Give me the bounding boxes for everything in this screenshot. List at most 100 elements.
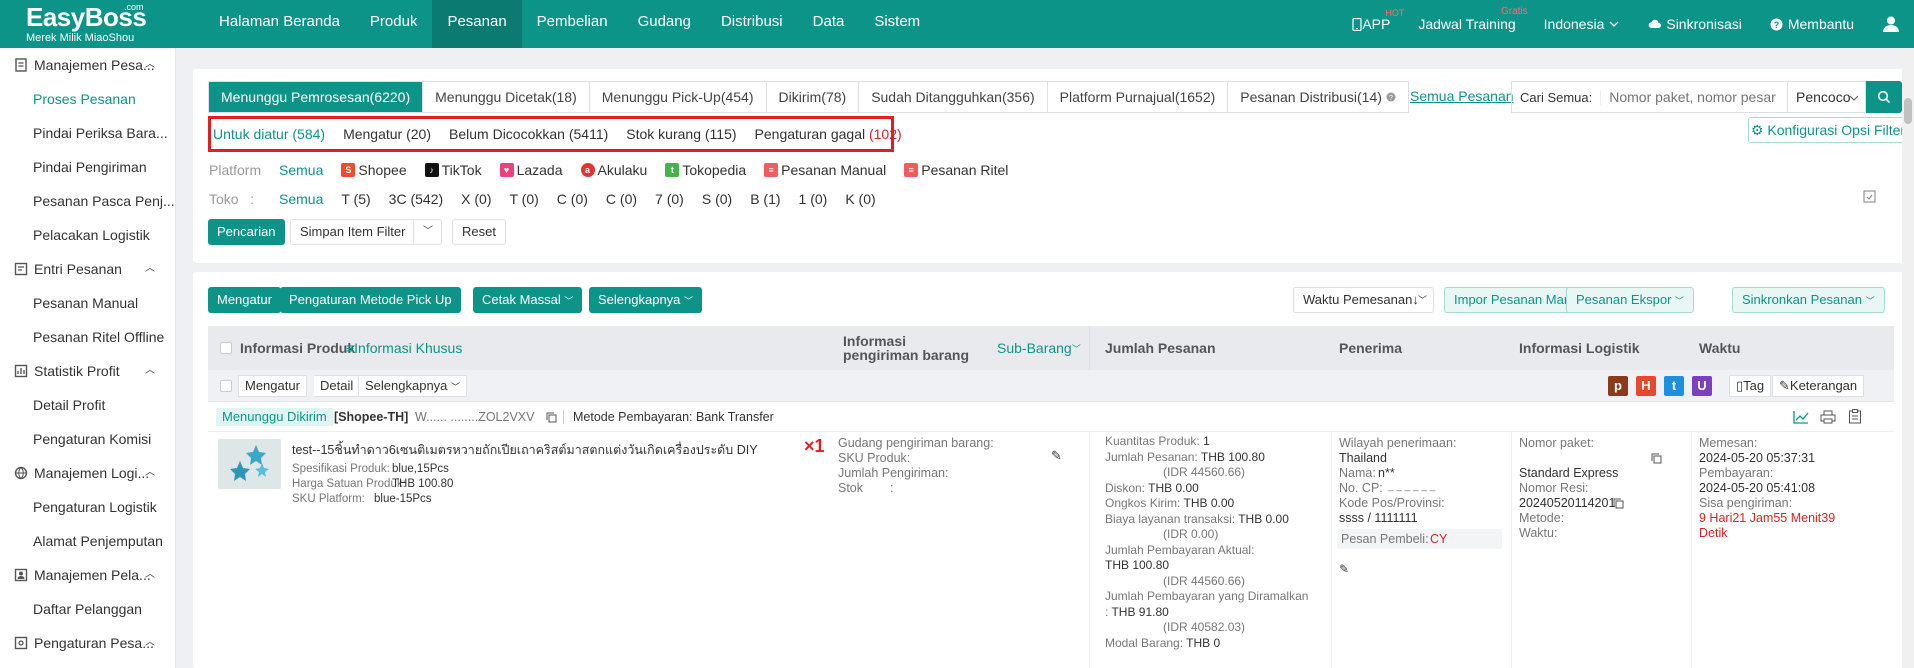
header-special-info[interactable]: ≡ Informasi Khusus [346,326,462,370]
store-all[interactable]: Semua [279,191,323,207]
store-option[interactable]: 7 (0) [655,191,684,207]
subtab-low-stock[interactable]: Stok kurang (115) [626,126,736,142]
sidebar-group-profit-stats[interactable]: Statistik Profit ︿ [0,354,175,388]
nav-products[interactable]: Produk [355,0,433,48]
tab-shipped[interactable]: Dikirim(78) [767,82,860,112]
note-button[interactable]: ✎Keterangan [1772,375,1865,397]
language-selector[interactable]: Indonesia [1544,16,1621,32]
tag-color-t[interactable]: t [1664,376,1684,396]
tab-suspended[interactable]: Sudah Ditangguhkan(356) [859,82,1048,112]
subtab-arranging[interactable]: Mengatur (20) [343,126,431,142]
nav-warehouse[interactable]: Gudang [623,0,706,48]
sidebar-item-commission[interactable]: Pengaturan Komisi [0,422,175,456]
platform-akulaku[interactable]: a Akulaku [580,162,647,178]
nav-purchase[interactable]: Pembelian [522,0,623,48]
trend-chart-icon[interactable] [1793,410,1809,424]
sidebar-group-order-management[interactable]: Manajemen Pesa... ︿ [0,48,175,82]
platform-tiktok[interactable]: ♪ TikTok [424,162,482,178]
platform-shopee[interactable]: S Shopee [341,162,407,178]
search-button[interactable] [1866,81,1902,113]
tag-color-u[interactable]: U [1692,376,1712,396]
store-option[interactable]: S (0) [702,191,732,207]
store-option[interactable]: 1 (0) [799,191,828,207]
sidebar-group-customers[interactable]: Manajemen Pela... ︿ [0,558,175,592]
product-image[interactable] [218,439,281,489]
sidebar-group-order-settings[interactable]: Pengaturan Pesa... ︿ [0,626,175,660]
reset-button[interactable]: Reset [452,219,506,245]
printer-icon[interactable] [1820,410,1836,424]
nav-data[interactable]: Data [798,0,860,48]
all-orders-link[interactable]: Semua Pesanan [1410,88,1514,104]
select-all-checkbox[interactable] [220,342,232,354]
tab-platform-aftersales[interactable]: Platform Purnajual(1652) [1048,82,1229,112]
training-link[interactable]: Jadwal Training Gratis [1418,6,1527,32]
tab-awaiting-pickup[interactable]: Menunggu Pick-Up(454) [590,82,767,112]
store-option[interactable]: K (0) [845,191,875,207]
tab-awaiting-processing[interactable]: Menunggu Pemrosesan(6220) [209,82,424,112]
product-title[interactable]: test--15ชิ้นทำดาว6เซนติเมตรหวายถักเปียเถ… [292,440,758,460]
copy-icon[interactable] [1651,453,1662,464]
tag-color-h[interactable]: H [1636,376,1656,396]
help-link[interactable]: ? Membantu [1770,16,1854,32]
subtab-arrange-failed[interactable]: Pengaturan gagal (102) [755,126,902,142]
store-option[interactable]: 3C (542) [389,191,443,207]
nav-home[interactable]: Halaman Beranda [204,0,355,48]
nav-orders[interactable]: Pesanan [432,0,522,48]
sidebar-item-scan-check[interactable]: Pindai Periksa Bara... [0,116,175,150]
row-detail-button[interactable]: Detail [314,375,361,397]
subtab-to-arrange[interactable]: Untuk diatur (584) [213,126,325,142]
sync-orders-button[interactable]: Sinkronkan Pesanan ﹀ [1732,287,1885,313]
user-menu[interactable] [1882,15,1900,33]
sidebar-item-process-orders[interactable]: Proses Pesanan [0,82,175,116]
tab-awaiting-print[interactable]: Menunggu Dicetak(18) [423,82,590,112]
search-filter-button[interactable]: Pencarian [208,219,285,245]
more-actions-button[interactable]: Selengkapnya ﹀ [589,287,703,313]
clipboard-list-icon[interactable] [1848,409,1862,424]
store-option[interactable]: C (0) [606,191,637,207]
copy-icon[interactable] [546,412,557,423]
nav-system[interactable]: Sistem [859,0,935,48]
logo[interactable]: EasyBoss .com Merek Milik MiaoShou [26,2,156,46]
sidebar-item-after-sales[interactable]: Pesanan Pasca Penj... [0,184,175,218]
platform-retail[interactable]: ≡ Pesanan Ritel [904,162,1008,178]
pencil-icon[interactable]: ✎ [1339,562,1349,576]
search-match-select[interactable]: Pencoco [1787,81,1866,113]
filter-config-button[interactable]: ⚙ Konfigurasi Opsi Filter [1748,117,1908,143]
row-arrange-button[interactable]: Mengatur [238,375,307,397]
row-more-button[interactable]: Selengkapnya ﹀ [358,375,468,397]
store-option[interactable]: C (0) [557,191,588,207]
store-option[interactable]: X (0) [461,191,491,207]
order-number[interactable]: W...... ........ZOL2VXV [415,410,534,424]
sidebar-item-scan-shipping[interactable]: Pindai Pengiriman [0,150,175,184]
sidebar-item-logistics-tracking[interactable]: Pelacakan Logistik [0,218,175,252]
app-link[interactable]: APP HOT [1352,8,1404,32]
sidebar-item-pickup-address[interactable]: Alamat Penjemputan [0,524,175,558]
page-scrollbar[interactable] [1902,48,1914,668]
sidebar-group-order-entry[interactable]: Entri Pesanan ︿ [0,252,175,286]
nav-distribution[interactable]: Distribusi [706,0,798,48]
tab-distribution-orders[interactable]: Pesanan Distribusi(14) ? [1228,82,1408,112]
sidebar-item-profit-detail[interactable]: Detail Profit [0,388,175,422]
layout-toggle-icon[interactable] [1863,190,1876,203]
pencil-icon[interactable]: ✎ [1051,448,1062,464]
platform-lazada[interactable]: ♥ Lazada [499,162,563,178]
export-button[interactable]: Pesanan Ekspor ﹀ [1566,287,1695,313]
save-filter-button[interactable]: Simpan Item Filter ﹀ [290,219,443,245]
platform-manual[interactable]: ≡ Pesanan Manual [764,162,886,178]
copy-icon[interactable] [1613,498,1624,509]
sidebar-item-logistics-settings[interactable]: Pengaturan Logistik [0,490,175,524]
sort-select[interactable]: Waktu Pemesanan↓ ﹀ [1293,287,1434,313]
sidebar-item-manual-order[interactable]: Pesanan Manual [0,286,175,320]
store-option[interactable]: B (1) [750,191,780,207]
resi-value[interactable]: 20240520114201 [1519,496,1615,510]
tag-color-p[interactable]: p [1608,376,1628,396]
scrollbar-thumb[interactable] [1904,98,1912,124]
store-option[interactable]: T (0) [509,191,538,207]
store-option[interactable]: T (5) [341,191,370,207]
sync-link[interactable]: Sinkronisasi [1648,16,1742,32]
search-input[interactable] [1601,89,1787,105]
sidebar-group-logistics[interactable]: Manajemen Logi... ︿ [0,456,175,490]
arrange-button[interactable]: Mengatur [208,287,281,313]
row-select-checkbox[interactable] [220,380,232,392]
sidebar-item-offline-retail[interactable]: Pesanan Ritel Offline [0,320,175,354]
